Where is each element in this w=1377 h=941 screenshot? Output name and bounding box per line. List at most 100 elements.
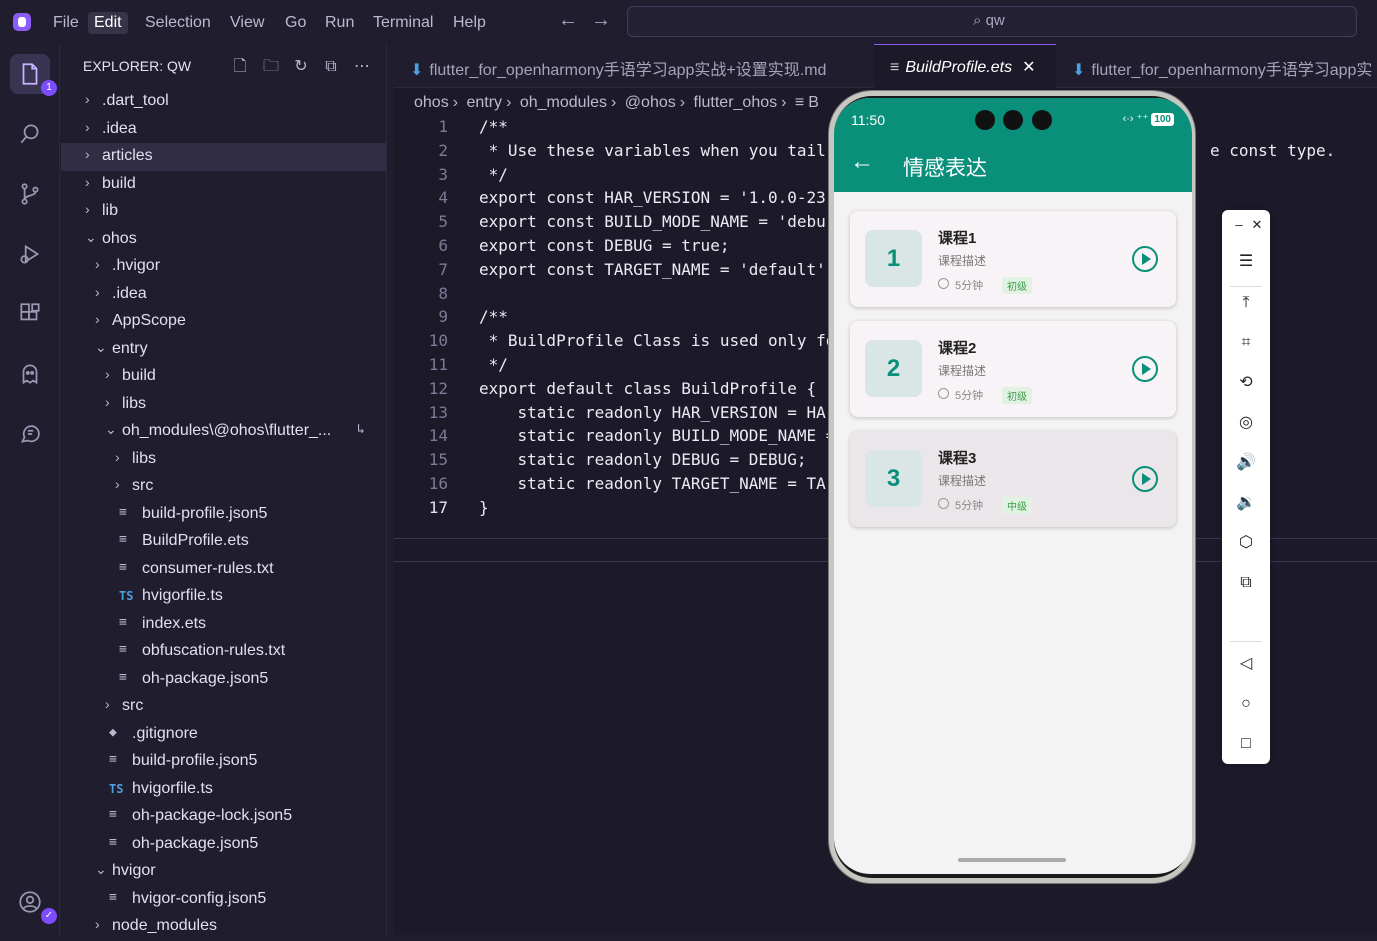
chevron-down-icon[interactable]: ⌄ <box>85 229 97 246</box>
collapse-all-icon[interactable]: ⧉ <box>320 56 342 78</box>
chevron-right-icon[interactable]: › <box>85 91 90 107</box>
explorer-activity-icon[interactable]: 1 <box>10 54 57 96</box>
tree-folder[interactable]: › src <box>61 693 386 721</box>
chevron-down-icon[interactable]: ⌄ <box>105 421 117 438</box>
back-arrow-icon[interactable]: ← <box>558 9 578 32</box>
screenshot-icon[interactable]: ⧉ <box>1233 570 1259 596</box>
chevron-right-icon[interactable]: › <box>95 284 100 300</box>
tree-file[interactable]: ≡ consumer-rules.txt <box>61 556 386 584</box>
chevron-right-icon[interactable]: › <box>115 449 120 465</box>
nav-home-icon[interactable]: ○ <box>1233 691 1259 717</box>
tree-folder[interactable]: › libs <box>61 446 386 474</box>
nav-back-icon[interactable]: ◁ <box>1233 651 1259 677</box>
tree-file[interactable]: ≡ oh-package.json5 <box>61 831 386 859</box>
chevron-right-icon[interactable]: › <box>105 366 110 382</box>
chevron-right-icon[interactable]: › <box>85 201 90 217</box>
menu-view[interactable]: View <box>224 12 270 34</box>
volume-up-icon[interactable]: 🔊 <box>1233 450 1259 476</box>
tree-file[interactable]: ≡ oh-package.json5 <box>61 666 386 694</box>
tree-folder[interactable]: › lib <box>61 198 386 226</box>
breadcrumb-item[interactable]: entry <box>466 94 502 111</box>
shake-icon[interactable]: ⬡ <box>1233 530 1259 556</box>
search-activity-icon[interactable] <box>10 114 50 154</box>
close-tab-icon[interactable]: ✕ <box>1022 59 1035 76</box>
tree-file[interactable]: ≡ hvigor-config.json5 <box>61 886 386 914</box>
menu-edit[interactable]: Edit <box>88 12 128 34</box>
chevron-right-icon[interactable]: › <box>105 696 110 712</box>
location-icon[interactable]: ◎ <box>1233 410 1259 436</box>
volume-down-icon[interactable]: 🔉 <box>1233 490 1259 516</box>
assistant-icon[interactable] <box>10 414 50 454</box>
tree-file[interactable]: ≡ index.ets <box>61 611 386 639</box>
chevron-right-icon[interactable]: › <box>85 146 90 162</box>
account-icon[interactable]: ✓ <box>10 882 57 924</box>
chevron-right-icon[interactable]: › <box>115 476 120 492</box>
course-card[interactable]: 3 课程3 课程描述 5分钟 中级 <box>850 431 1176 527</box>
forward-arrow-icon[interactable]: → <box>591 9 611 32</box>
tree-folder[interactable]: › node_modules <box>61 913 386 941</box>
tree-folder[interactable]: › .idea <box>61 116 386 144</box>
extensions-icon[interactable] <box>10 294 50 334</box>
tree-file[interactable]: ≡ oh-package-lock.json5 <box>61 803 386 831</box>
tab-buildprofile[interactable]: ≡ BuildProfile.ets ✕ <box>874 44 1056 88</box>
menu-go[interactable]: Go <box>279 12 312 34</box>
tree-folder[interactable]: ⌄ entry <box>61 336 386 364</box>
play-icon[interactable] <box>1132 246 1158 272</box>
menu-file[interactable]: File <box>47 12 85 34</box>
new-file-icon[interactable]: 🗋 <box>229 56 251 78</box>
chevron-right-icon[interactable]: › <box>105 394 110 410</box>
menu-help[interactable]: Help <box>447 12 492 34</box>
tree-folder[interactable]: ⌄ hvigor <box>61 858 386 886</box>
chevron-down-icon[interactable]: ⌄ <box>95 339 107 356</box>
rotate-icon[interactable]: ⟲ <box>1233 370 1259 396</box>
breadcrumb-item[interactable]: flutter_ohos <box>694 94 778 111</box>
back-arrow-icon[interactable]: ← <box>850 148 874 176</box>
nav-recents-icon[interactable]: □ <box>1233 731 1259 757</box>
command-search-box[interactable]: ⌕ qw <box>627 6 1357 37</box>
tab-markdown-2[interactable]: ⬇ flutter_for_openharmony手语学习app实 <box>1056 44 1377 88</box>
tab-markdown-1[interactable]: ⬇ flutter_for_openharmony手语学习app实战+设置实现.m… <box>394 44 874 88</box>
source-control-icon[interactable] <box>10 174 50 214</box>
more-actions-icon[interactable]: ⋯ <box>351 56 373 78</box>
menu-selection[interactable]: Selection <box>139 12 217 34</box>
breadcrumb-item[interactable]: ohos <box>414 94 449 111</box>
new-folder-icon[interactable]: 🗀 <box>260 56 282 78</box>
close-icon[interactable]: ✕ <box>1244 212 1270 238</box>
chevron-right-icon[interactable]: › <box>95 256 100 272</box>
ghost-extension-icon[interactable] <box>10 354 50 394</box>
menu-terminal[interactable]: Terminal <box>367 12 439 34</box>
breadcrumb-item[interactable]: oh_modules <box>520 94 607 111</box>
tree-folder[interactable]: › libs <box>61 391 386 419</box>
menu-run[interactable]: Run <box>319 12 360 34</box>
tree-folder[interactable]: › .hvigor <box>61 253 386 281</box>
menu-icon[interactable]: ☰ <box>1233 249 1259 275</box>
tree-file[interactable]: ◆ .gitignore <box>61 721 386 749</box>
chevron-right-icon[interactable]: › <box>95 311 100 327</box>
chevron-right-icon[interactable]: › <box>85 119 90 135</box>
tree-folder[interactable]: › build <box>61 171 386 199</box>
tree-file[interactable]: TS hvigorfile.ts <box>61 583 386 611</box>
tree-folder[interactable]: › src <box>61 473 386 501</box>
tree-file[interactable]: TS hvigorfile.ts <box>61 776 386 804</box>
play-icon[interactable] <box>1132 466 1158 492</box>
run-debug-icon[interactable] <box>10 234 50 274</box>
tree-file[interactable]: ≡ BuildProfile.ets <box>61 528 386 556</box>
tree-folder[interactable]: › build <box>61 363 386 391</box>
tree-folder[interactable]: › articles <box>61 143 386 171</box>
tree-folder[interactable]: › AppScope <box>61 308 386 336</box>
tree-folder[interactable]: ⌄ ohos <box>61 226 386 254</box>
course-card[interactable]: 1 课程1 课程描述 5分钟 初级 <box>850 211 1176 307</box>
crop-icon[interactable]: ⌗ <box>1233 330 1259 356</box>
tree-file[interactable]: ≡ build-profile.json5 <box>61 501 386 529</box>
tree-folder[interactable]: ⌄ oh_modules\@ohos\flutter_... ↳ <box>61 418 386 446</box>
play-icon[interactable] <box>1132 356 1158 382</box>
chevron-down-icon[interactable]: ⌄ <box>95 861 107 878</box>
breadcrumb-item[interactable]: B <box>808 94 819 111</box>
tree-folder[interactable]: › .idea <box>61 281 386 309</box>
home-indicator[interactable] <box>958 858 1066 862</box>
tree-file[interactable]: ≡ build-profile.json5 <box>61 748 386 776</box>
chevron-right-icon[interactable]: › <box>85 174 90 190</box>
chevron-right-icon[interactable]: › <box>95 916 100 932</box>
tree-file[interactable]: ≡ obfuscation-rules.txt <box>61 638 386 666</box>
breadcrumb-item[interactable]: @ohos <box>625 94 676 111</box>
